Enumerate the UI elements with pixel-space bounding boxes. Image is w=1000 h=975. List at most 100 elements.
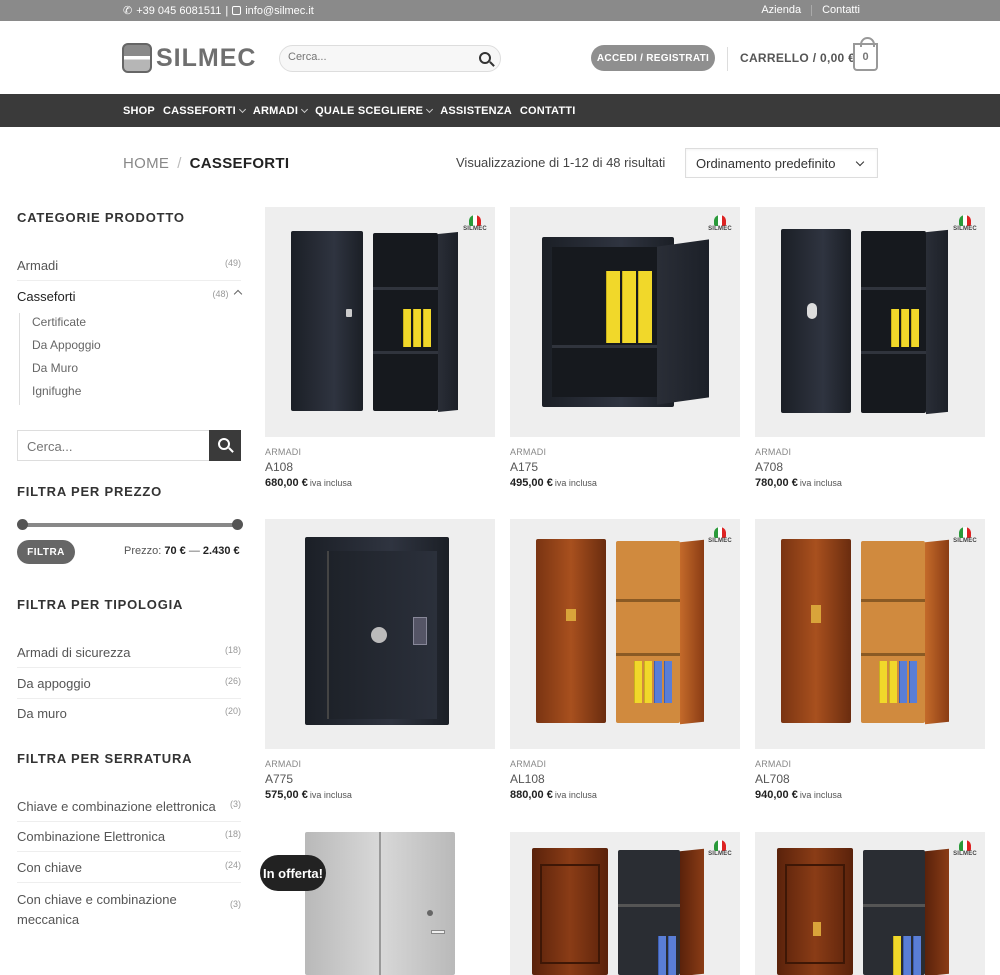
category-item-casseforti[interactable]: Casseforti (48) bbox=[17, 289, 243, 309]
sort-select[interactable]: Ordinamento predefinito bbox=[685, 148, 878, 178]
login-register-button[interactable]: ACCEDI / REGISTRATI bbox=[591, 45, 715, 71]
product-name[interactable]: AL708 bbox=[755, 772, 985, 786]
type-count: (20) bbox=[224, 706, 241, 716]
product-image[interactable]: SILMEC bbox=[510, 832, 740, 975]
safe-closed-illustration bbox=[781, 229, 851, 413]
product-name[interactable]: A708 bbox=[755, 460, 985, 474]
cart-link[interactable]: CARRELLO / 0,00 € bbox=[740, 51, 855, 65]
category-label: Armadi bbox=[17, 258, 59, 273]
subcategory-item-da-muro[interactable]: Da Muro bbox=[32, 359, 101, 382]
nav-quale-scegliere[interactable]: QUALE SCEGLIERE bbox=[315, 104, 434, 117]
nav-contatti[interactable]: CONTATTI bbox=[520, 105, 576, 117]
subcategory-item-certificate[interactable]: Certificate bbox=[32, 313, 101, 336]
nav-armadi[interactable]: ARMADI bbox=[253, 105, 309, 117]
chevron-down-icon bbox=[855, 157, 865, 167]
chevron-up-icon[interactable] bbox=[233, 289, 243, 299]
type-count: (26) bbox=[224, 676, 241, 686]
product-card-row3-1[interactable] bbox=[265, 832, 495, 975]
product-price: 940,00 € iva inclusa bbox=[755, 789, 842, 801]
grey-cabinet-illustration bbox=[305, 832, 455, 975]
type-label: Da appoggio bbox=[17, 676, 91, 691]
product-image[interactable] bbox=[265, 832, 495, 975]
type-item-da-appoggio[interactable]: Da appoggio (26) bbox=[17, 676, 241, 699]
filter-button[interactable]: FILTRA bbox=[17, 540, 75, 564]
search-icon bbox=[218, 438, 230, 450]
wood-safe-open-illustration bbox=[861, 541, 925, 723]
product-image[interactable]: SILMEC bbox=[755, 519, 985, 749]
product-name[interactable]: AL108 bbox=[510, 772, 740, 786]
product-card-a175[interactable]: SILMEC ARMADI A175 495,00 € iva inclusa bbox=[510, 207, 740, 489]
subcategory-item-da-appoggio[interactable]: Da Appoggio bbox=[32, 336, 101, 359]
product-card-al708[interactable]: SILMEC ARMADI AL708 940,00 € iva inclusa bbox=[755, 519, 985, 801]
product-image[interactable]: SILMEC bbox=[510, 519, 740, 749]
brand-badge: SILMEC bbox=[705, 215, 735, 232]
sidebar-search-button[interactable] bbox=[209, 430, 241, 461]
breadcrumb-separator: / bbox=[177, 155, 182, 172]
wood-safe-closed-illustration bbox=[536, 539, 606, 723]
nav-label: QUALE SCEGLIERE bbox=[315, 104, 424, 117]
search-icon[interactable] bbox=[479, 52, 491, 64]
product-image[interactable]: SILMEC bbox=[510, 207, 740, 437]
safe-open-illustration bbox=[542, 237, 674, 407]
chevron-down-icon bbox=[301, 105, 309, 113]
lock-count: (3) bbox=[230, 899, 241, 909]
price-filter-heading: FILTRA PER PREZZO bbox=[17, 484, 163, 499]
product-card-row3-2[interactable]: SILMEC bbox=[510, 832, 740, 975]
price-slider-min-handle[interactable] bbox=[17, 519, 28, 530]
price-slider[interactable] bbox=[17, 519, 243, 530]
top-link-contatti[interactable]: Contatti bbox=[812, 4, 870, 16]
lock-count: (3) bbox=[230, 799, 241, 809]
product-card-al108[interactable]: SILMEC ARMADI AL108 880,00 € iva inclusa bbox=[510, 519, 740, 801]
contact-info: ✆ +39 045 6081511 | info@silmec.it bbox=[123, 4, 314, 18]
lock-label: Con chiave e combinazione meccanica bbox=[17, 892, 177, 927]
lock-item-chiave-combinazione-elettronica[interactable]: Chiave e combinazione elettronica (3) bbox=[17, 799, 241, 822]
top-link-azienda[interactable]: Azienda bbox=[751, 4, 811, 16]
nav-casseforti[interactable]: CASSEFORTI bbox=[163, 105, 246, 117]
subcategory-item-ignifughe[interactable]: Ignifughe bbox=[32, 382, 101, 405]
header-search-input[interactable] bbox=[288, 51, 468, 63]
divider bbox=[727, 47, 728, 71]
product-image[interactable] bbox=[265, 519, 495, 749]
italy-heart-icon bbox=[714, 215, 726, 226]
lock-item-combinazione-elettronica[interactable]: Combinazione Elettronica (18) bbox=[17, 829, 241, 852]
nav-shop[interactable]: SHOP bbox=[123, 105, 155, 117]
product-image[interactable]: SILMEC bbox=[755, 207, 985, 437]
safe-open-illustration bbox=[373, 233, 438, 411]
email-link[interactable]: info@silmec.it bbox=[245, 5, 314, 17]
product-card-a708[interactable]: SILMEC ARMADI A708 780,00 € iva inclusa bbox=[755, 207, 985, 489]
sidebar-search-input[interactable] bbox=[27, 439, 197, 454]
logo[interactable]: SILMEC bbox=[122, 43, 256, 73]
italy-heart-icon bbox=[959, 215, 971, 226]
product-card-row3-3[interactable]: SILMEC bbox=[755, 832, 985, 975]
brand-badge-text: SILMEC bbox=[708, 538, 732, 544]
brand-badge: SILMEC bbox=[950, 840, 980, 857]
product-name[interactable]: A108 bbox=[265, 460, 495, 474]
product-image[interactable]: SILMEC bbox=[265, 207, 495, 437]
product-price: 780,00 € iva inclusa bbox=[755, 477, 842, 489]
product-card-a775[interactable]: ARMADI A775 575,00 € iva inclusa bbox=[265, 519, 495, 801]
cart-bag-icon[interactable]: 0 bbox=[853, 37, 878, 71]
nav-assistenza[interactable]: ASSISTENZA bbox=[440, 105, 512, 117]
price-slider-max-handle[interactable] bbox=[232, 519, 243, 530]
type-item-da-muro[interactable]: Da muro (20) bbox=[17, 706, 241, 729]
type-item-armadi-sicurezza[interactable]: Armadi di sicurezza (18) bbox=[17, 645, 241, 668]
lock-item-con-chiave[interactable]: Con chiave (24) bbox=[17, 860, 241, 883]
product-name[interactable]: A175 bbox=[510, 460, 740, 474]
breadcrumb-home[interactable]: HOME bbox=[123, 155, 169, 172]
safe-door-illustration bbox=[925, 848, 949, 975]
product-name[interactable]: A775 bbox=[265, 772, 495, 786]
brand-badge-text: SILMEC bbox=[953, 226, 977, 232]
header-search bbox=[279, 45, 501, 72]
category-item-armadi[interactable]: Armadi (49) bbox=[17, 258, 241, 281]
product-card-a108[interactable]: SILMEC ARMADI A108 680,00 € iva inclusa bbox=[265, 207, 495, 489]
divider: | bbox=[225, 4, 229, 17]
safe-door-illustration bbox=[657, 239, 709, 405]
phone-link[interactable]: +39 045 6081511 bbox=[136, 5, 221, 17]
italy-heart-icon bbox=[714, 840, 726, 851]
phone-icon: ✆ bbox=[123, 5, 133, 17]
product-image[interactable]: SILMEC bbox=[755, 832, 985, 975]
safe-closed-illustration bbox=[305, 537, 449, 725]
lock-item-con-chiave-combinazione-meccanica[interactable]: Con chiave e combinazione meccanica (3) bbox=[17, 890, 241, 930]
sale-badge: In offerta! bbox=[260, 855, 326, 891]
product-price: 680,00 € iva inclusa bbox=[265, 477, 352, 489]
